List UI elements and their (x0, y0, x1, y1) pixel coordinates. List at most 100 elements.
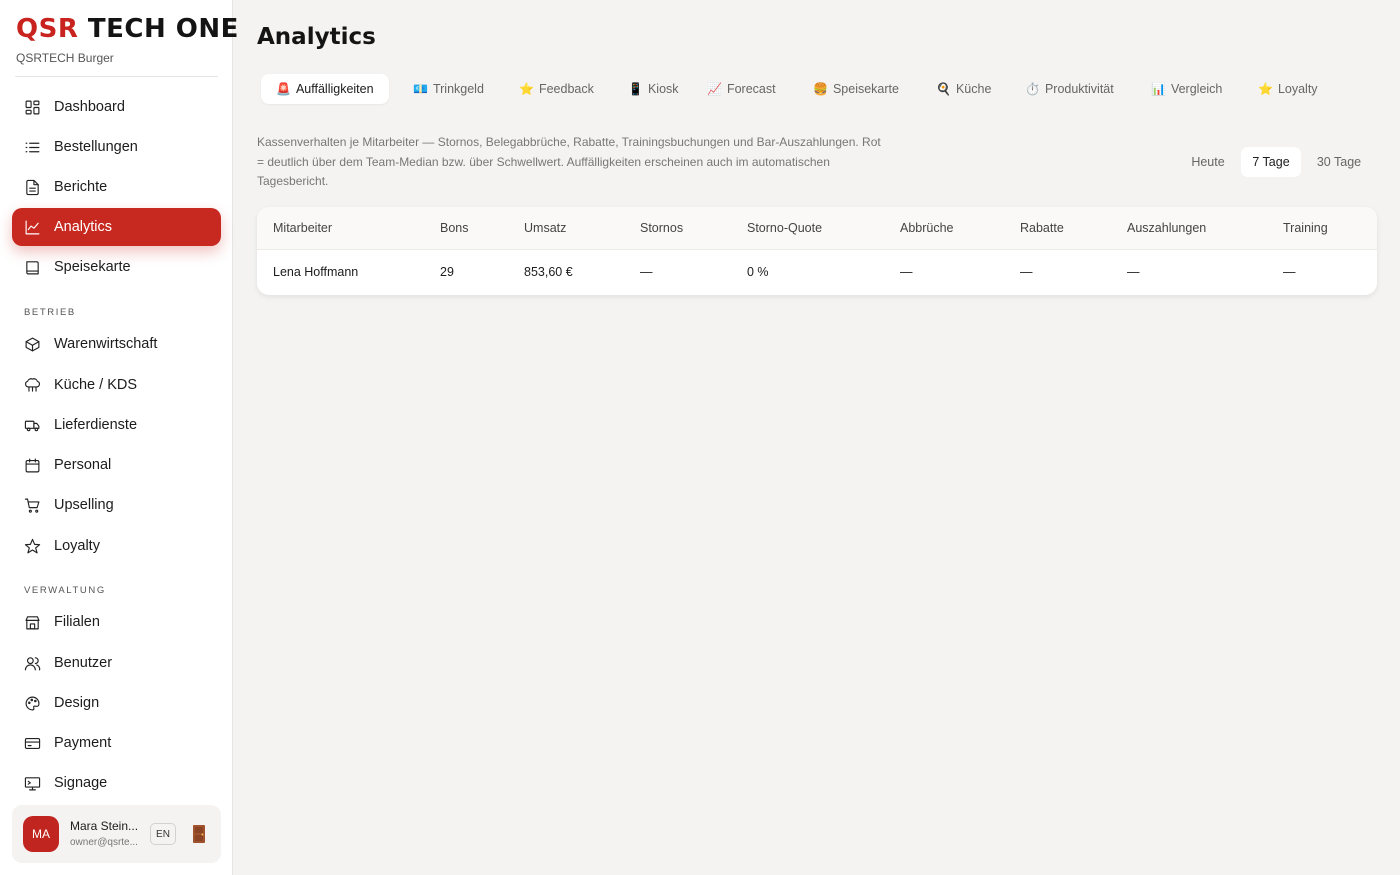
sidebar-item-kueche-kds[interactable]: Küche / KDS (12, 366, 221, 404)
palette-icon (24, 695, 41, 712)
tab-kueche[interactable]: 🍳 Küche (921, 74, 1006, 104)
range-30-tage-button[interactable]: 30 Tage (1306, 147, 1372, 177)
tab-label: Feedback (538, 82, 594, 96)
user-name: Mara Stein... (70, 819, 139, 833)
store-icon (24, 614, 41, 631)
tab-label: Vergleich (1170, 82, 1223, 96)
sidebar-item-label: Personal (54, 457, 112, 473)
sidebar-item-label: Berichte (54, 179, 108, 195)
users-icon (24, 655, 41, 672)
user-card[interactable]: MA Mara Stein... owner@qsrte... EN (12, 805, 221, 863)
column-header[interactable]: Mitarbeiter (273, 221, 332, 235)
truck-icon (24, 417, 41, 434)
sidebar-item-upselling[interactable]: Upselling (12, 486, 221, 524)
tab-produktivitaet[interactable]: ⏱️ Produktivität (1010, 74, 1129, 104)
tab-label: Produktivität (1044, 82, 1114, 96)
tab-label: Loyalty (1277, 82, 1318, 96)
list-icon (24, 139, 41, 156)
sidebar-item-label: Speisekarte (54, 259, 131, 275)
language-toggle-button[interactable]: EN (150, 823, 176, 845)
column-header[interactable]: Bons (440, 221, 469, 235)
sidebar-item-payment[interactable]: Payment (12, 724, 221, 762)
column-header[interactable]: Storno-Quote (747, 221, 822, 235)
tab-label: Kiosk (647, 82, 679, 96)
tab-feedback[interactable]: ⭐ Feedback (504, 74, 609, 104)
phone-icon: 📱 (628, 82, 643, 96)
brand-logo-part2: TECH ONE (87, 14, 239, 44)
tab-speisekarte[interactable]: 🍔 Speisekarte (798, 74, 914, 104)
sidebar-item-speisekarte[interactable]: Speisekarte (12, 248, 221, 286)
sidebar-item-label: Analytics (54, 219, 113, 235)
sidebar-item-label: Payment (54, 735, 112, 751)
sidebar-item-dashboard[interactable]: Dashboard (12, 88, 221, 126)
chart-icon (24, 219, 41, 236)
stopwatch-icon: ⏱️ (1025, 82, 1040, 96)
tab-vergleich[interactable]: 📊 Vergleich (1136, 74, 1237, 104)
sidebar-item-filialen[interactable]: Filialen (12, 603, 221, 641)
cell-storno-quote: 0 % (747, 265, 769, 279)
sidebar-item-label: Upselling (54, 497, 114, 513)
avatar: MA (23, 816, 59, 852)
money-icon: 💶 (413, 82, 428, 96)
range-heute-button[interactable]: Heute (1178, 147, 1238, 177)
burger-icon: 🍔 (813, 82, 828, 96)
tab-label: Küche (955, 82, 992, 96)
star-icon (24, 538, 41, 555)
column-header[interactable]: Auszahlungen (1127, 221, 1206, 235)
door-icon[interactable] (192, 824, 206, 844)
calendar-icon (24, 457, 41, 474)
sidebar: QSR TECH ONE QSRTECH Burger Dashboard Be… (0, 0, 238, 875)
table-header: Mitarbeiter Bons Umsatz Stornos Storno-Q… (257, 207, 1377, 250)
cart-icon (24, 497, 41, 514)
bar-chart-icon: 📊 (1151, 82, 1166, 96)
star-icon: ⭐ (519, 82, 534, 96)
tab-kiosk[interactable]: 📱 Kiosk (613, 74, 694, 104)
cell-abbrueche: — (900, 265, 913, 279)
column-header[interactable]: Umsatz (524, 221, 566, 235)
brand-logo[interactable]: QSR TECH ONE (16, 14, 239, 44)
range-7-tage-button[interactable]: 7 Tage (1241, 147, 1301, 177)
sidebar-item-label: Bestellungen (54, 139, 138, 155)
sidebar-item-lieferdienste[interactable]: Lieferdienste (12, 406, 221, 444)
box-icon (24, 336, 41, 353)
section-label-verwaltung: VERWALTUNG (24, 585, 106, 596)
table-row[interactable]: Lena Hoffmann 29 853,60 € — 0 % — — — — (257, 250, 1377, 295)
trend-chart-icon: 📈 (707, 82, 722, 96)
tab-loyalty[interactable]: ⭐ Loyalty (1243, 74, 1333, 104)
sidebar-item-label: Warenwirtschaft (54, 336, 158, 352)
cell-umsatz: 853,60 € (524, 265, 573, 279)
sidebar-item-label: Filialen (54, 614, 100, 630)
sidebar-item-analytics[interactable]: Analytics (12, 208, 221, 246)
tab-forecast[interactable]: 📈 Forecast (692, 74, 791, 104)
cell-mitarbeiter: Lena Hoffmann (273, 265, 359, 279)
column-header[interactable]: Stornos (640, 221, 683, 235)
chef-hat-icon (24, 377, 41, 394)
sidebar-item-label: Dashboard (54, 99, 125, 115)
sidebar-item-signage[interactable]: Signage (12, 764, 221, 802)
sidebar-item-label: Loyalty (54, 538, 100, 554)
page-title: Analytics (257, 24, 376, 50)
column-header[interactable]: Abbrüche (900, 221, 954, 235)
credit-card-icon (24, 735, 41, 752)
cell-auszahlungen: — (1127, 265, 1140, 279)
sidebar-item-warenwirtschaft[interactable]: Warenwirtschaft (12, 325, 221, 363)
frying-pan-icon: 🍳 (936, 82, 951, 96)
tab-trinkgeld[interactable]: 💶 Trinkgeld (398, 74, 499, 104)
description-line: Tagesbericht. (257, 174, 329, 188)
sidebar-item-loyalty[interactable]: Loyalty (12, 527, 221, 565)
anomaly-table: Mitarbeiter Bons Umsatz Stornos Storno-Q… (257, 207, 1377, 295)
book-icon (24, 259, 41, 276)
description-line: Kassenverhalten je Mitarbeiter — Stornos… (257, 135, 881, 149)
sidebar-item-personal[interactable]: Personal (12, 446, 221, 484)
sidebar-item-bestellungen[interactable]: Bestellungen (12, 128, 221, 166)
cell-rabatte: — (1020, 265, 1033, 279)
column-header[interactable]: Rabatte (1020, 221, 1064, 235)
sidebar-item-berichte[interactable]: Berichte (12, 168, 221, 206)
sidebar-item-benutzer[interactable]: Benutzer (12, 644, 221, 682)
column-header[interactable]: Training (1283, 221, 1328, 235)
tab-label: Forecast (726, 82, 776, 96)
monitor-icon (24, 775, 41, 792)
tab-auffaelligkeiten[interactable]: 🚨 Auffälligkeiten (261, 74, 389, 104)
tab-label: Auffälligkeiten (295, 82, 374, 96)
sidebar-item-design[interactable]: Design (12, 684, 221, 722)
